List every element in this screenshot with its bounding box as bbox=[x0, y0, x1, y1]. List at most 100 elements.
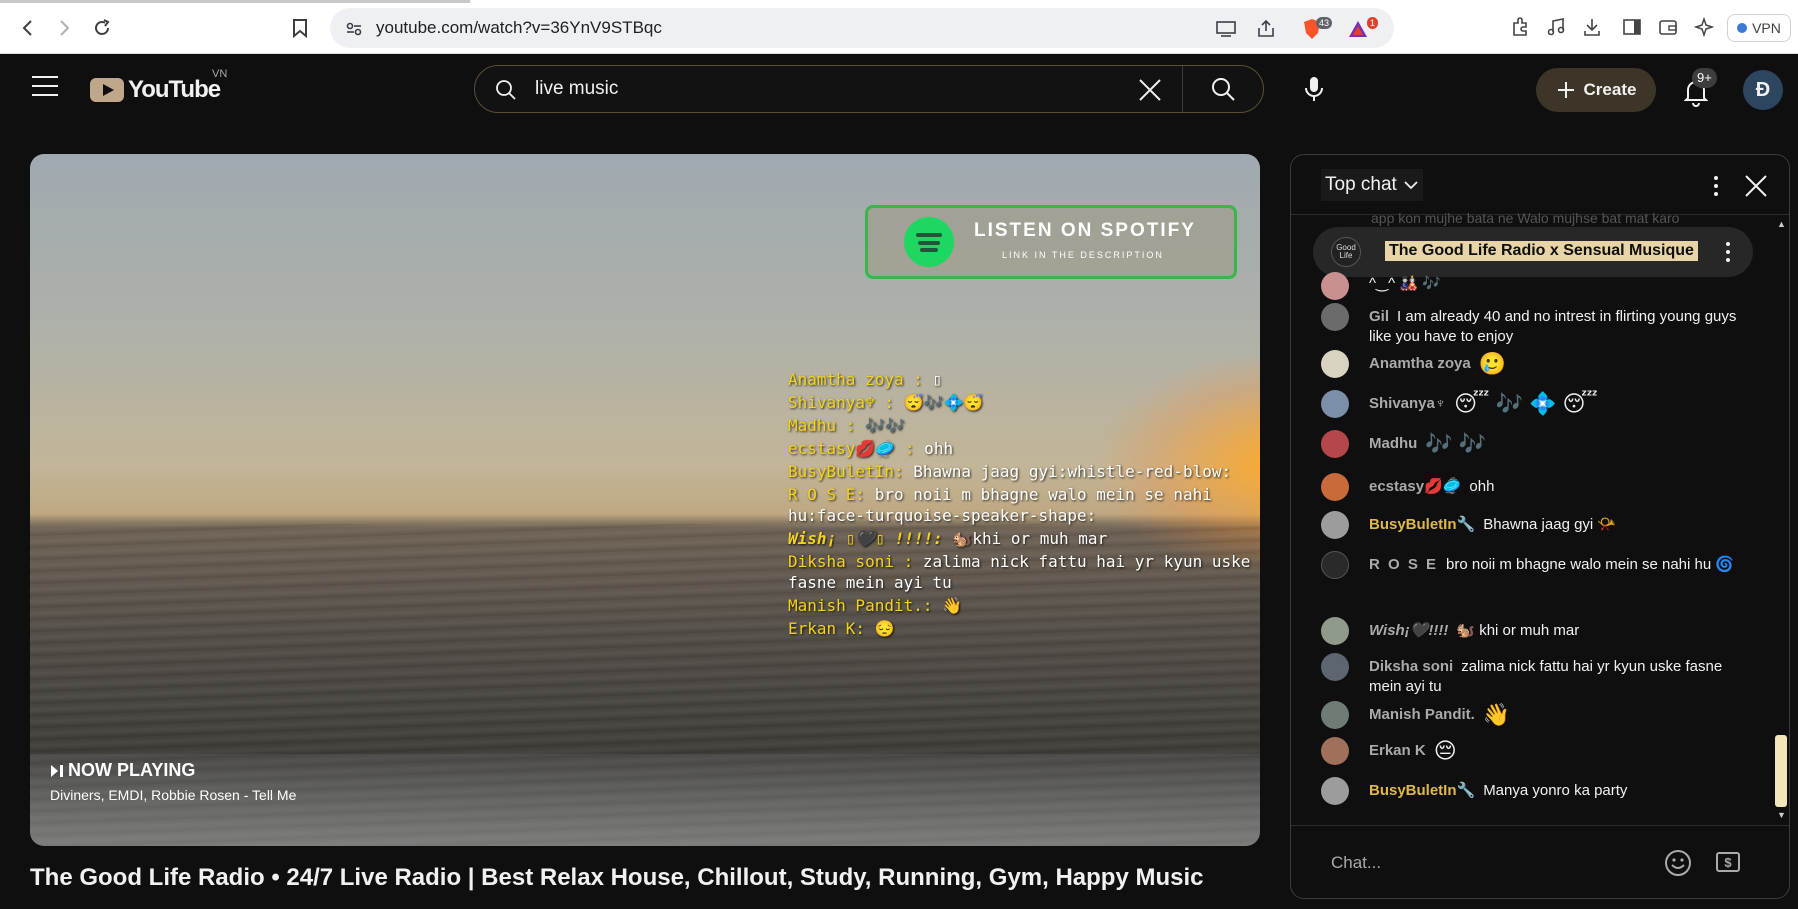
chat-author[interactable]: BusyBuletIn🔧 bbox=[1369, 516, 1475, 533]
chat-mode-dropdown[interactable]: Top chat bbox=[1321, 169, 1423, 201]
chat-mode-label: Top chat bbox=[1325, 174, 1397, 195]
emoji-picker-icon[interactable] bbox=[1663, 848, 1693, 878]
video-player[interactable]: LISTEN ON SPOTIFY LINK IN THE DESCRIPTIO… bbox=[30, 154, 1260, 846]
site-settings-icon[interactable] bbox=[342, 17, 366, 41]
spotify-title: LISTEN ON SPOTIFY bbox=[974, 220, 1196, 241]
chat-author[interactable]: Wish¡🖤!!!! bbox=[1369, 622, 1448, 639]
bookmark-icon[interactable] bbox=[286, 14, 314, 42]
spotify-subtitle: LINK IN THE DESCRIPTION bbox=[1002, 250, 1164, 260]
now-playing-track: Diviners, EMDI, Robbie Rosen - Tell Me bbox=[50, 787, 297, 803]
chat-message-cut: app kon mujhe bata ne Walo mujhse bat ma… bbox=[1371, 210, 1680, 226]
video-title: The Good Life Radio • 24/7 Live Radio | … bbox=[30, 864, 1204, 891]
youtube-logo[interactable]: YouTube bbox=[90, 76, 221, 104]
chat-message-list: ^‿^ 🎎 🎶 Gil I am already 40 and no intres… bbox=[1291, 272, 1771, 865]
loading-indicator bbox=[0, 0, 470, 3]
chat-author[interactable]: Manish Pandit. bbox=[1369, 706, 1475, 723]
search-button[interactable] bbox=[1183, 66, 1263, 112]
search-input[interactable] bbox=[535, 75, 1095, 103]
back-icon[interactable] bbox=[14, 14, 42, 42]
plus-icon bbox=[1557, 82, 1574, 98]
overlay-line: Manish Pandit.: 👋 bbox=[788, 596, 963, 615]
pinned-channel-banner[interactable]: Good Life The Good Life Radio x Sensual … bbox=[1313, 227, 1753, 277]
account-avatar[interactable]: Đ bbox=[1743, 70, 1783, 110]
chat-author[interactable]: Anamtha zoya bbox=[1369, 355, 1471, 372]
brave-rewards-count: 1 bbox=[1366, 17, 1378, 29]
spotify-icon bbox=[904, 217, 954, 267]
extensions-icon[interactable] bbox=[1506, 13, 1534, 41]
search-bar bbox=[474, 65, 1264, 113]
vpn-button[interactable]: VPN bbox=[1727, 14, 1791, 42]
download-icon[interactable] bbox=[1578, 13, 1606, 41]
chat-text: 👋 bbox=[1482, 702, 1511, 728]
super-chat-icon[interactable]: $ bbox=[1715, 850, 1741, 874]
create-button[interactable]: Create bbox=[1536, 68, 1656, 112]
scroll-up-icon[interactable]: ▲ bbox=[1777, 219, 1786, 229]
hamburger-menu-icon[interactable] bbox=[32, 76, 58, 96]
microphone-icon bbox=[1305, 77, 1323, 101]
chat-text: Manya yonro ka party bbox=[1483, 782, 1628, 799]
wallet-icon[interactable] bbox=[1654, 13, 1682, 41]
notifications-count: 9+ bbox=[1692, 68, 1717, 88]
voice-search-button[interactable] bbox=[1290, 65, 1338, 113]
chat-author[interactable]: BusyBuletIn🔧 bbox=[1369, 782, 1475, 799]
avatar bbox=[1321, 617, 1349, 645]
chat-input[interactable] bbox=[1331, 848, 1631, 878]
avatar bbox=[1321, 737, 1349, 765]
chat-author[interactable]: Shivanya♆ bbox=[1369, 395, 1446, 412]
search-icon bbox=[496, 80, 516, 100]
chat-text: 🥲 bbox=[1478, 351, 1507, 377]
close-chat-icon[interactable] bbox=[1741, 171, 1771, 201]
banner-more-options-icon[interactable] bbox=[1718, 239, 1738, 265]
now-playing-heading: NOW PLAYING bbox=[50, 760, 296, 781]
music-icon[interactable] bbox=[1542, 13, 1570, 41]
chat-text: 😴 🎶 💠 😴 bbox=[1454, 391, 1598, 417]
live-chat-panel: Top chat app kon mujhe bata ne Walo mujh… bbox=[1290, 154, 1790, 899]
address-bar[interactable]: youtube.com/watch?v=36YnV9STBqc 43 1 bbox=[330, 8, 1394, 48]
browser-toolbar: youtube.com/watch?v=36YnV9STBqc 43 1 VPN bbox=[0, 0, 1798, 54]
overlay-line: Wish¡ ▯🖤▯ !!!!: 🐿️khi or muh mar bbox=[788, 529, 1108, 548]
clear-search-icon[interactable] bbox=[1136, 76, 1164, 104]
forward-icon[interactable] bbox=[50, 14, 78, 42]
now-playing: NOW PLAYING Diviners, EMDI, Robbie Rosen… bbox=[50, 760, 296, 803]
reload-icon[interactable] bbox=[88, 14, 116, 42]
chat-author[interactable]: Gil bbox=[1369, 308, 1389, 325]
youtube-header: YouTube VN Create 9+ Đ bbox=[0, 54, 1798, 124]
svg-text:$: $ bbox=[1724, 855, 1732, 870]
overlay-line: Diksha soni : zalima nick fattu hai yr k… bbox=[788, 552, 1251, 592]
brave-shields-icon[interactable]: 43 bbox=[1300, 17, 1332, 41]
chat-text: 🐿️ khi or muh mar bbox=[1456, 622, 1580, 639]
sidebar-icon[interactable] bbox=[1618, 13, 1646, 41]
chat-more-options-icon[interactable] bbox=[1701, 171, 1731, 201]
chat-author[interactable]: Diksha soni bbox=[1369, 658, 1453, 675]
overlay-line: ecstasy💋🥏 : ohh bbox=[788, 439, 954, 458]
chat-input-area: $ bbox=[1291, 825, 1789, 898]
chat-author[interactable]: ecstasy💋🥏 bbox=[1369, 478, 1461, 495]
brave-shields-count: 43 bbox=[1315, 17, 1332, 29]
chat-scrollbar-thumb[interactable] bbox=[1775, 735, 1787, 807]
avatar bbox=[1321, 390, 1349, 418]
chat-author[interactable]: R O S E bbox=[1369, 556, 1438, 573]
chat-text: Bhawna jaag gyi 📯 bbox=[1483, 516, 1617, 533]
leo-ai-icon[interactable] bbox=[1690, 13, 1718, 41]
overlay-line: BusyBuletIn: Bhawna jaag gyi:whistle-red… bbox=[788, 462, 1232, 481]
cast-icon[interactable] bbox=[1214, 17, 1238, 41]
avatar bbox=[1321, 701, 1349, 729]
avatar bbox=[1321, 653, 1349, 681]
scroll-down-icon[interactable]: ▼ bbox=[1777, 810, 1786, 820]
chat-text: ohh bbox=[1469, 478, 1495, 495]
country-code: VN bbox=[212, 68, 228, 80]
avatar bbox=[1321, 551, 1349, 579]
chat-author[interactable]: Erkan K bbox=[1369, 742, 1426, 759]
channel-avatar: Good Life bbox=[1331, 237, 1361, 267]
chat-scrollbar[interactable] bbox=[1775, 215, 1787, 825]
url-text[interactable]: youtube.com/watch?v=36YnV9STBqc bbox=[376, 18, 662, 38]
overlay-line: R O S E: bro noii m bhagne walo mein se … bbox=[788, 485, 1212, 525]
chat-text: 😔 bbox=[1433, 738, 1457, 764]
share-icon[interactable] bbox=[1254, 17, 1278, 41]
brave-rewards-icon[interactable]: 1 bbox=[1346, 17, 1378, 41]
chat-author[interactable]: Madhu bbox=[1369, 435, 1417, 452]
chat-text: I am already 40 and no intrest in flirti… bbox=[1369, 308, 1737, 345]
youtube-play-icon bbox=[90, 78, 124, 102]
chat-header: Top chat bbox=[1291, 155, 1789, 215]
play-pause-icon bbox=[51, 764, 63, 777]
